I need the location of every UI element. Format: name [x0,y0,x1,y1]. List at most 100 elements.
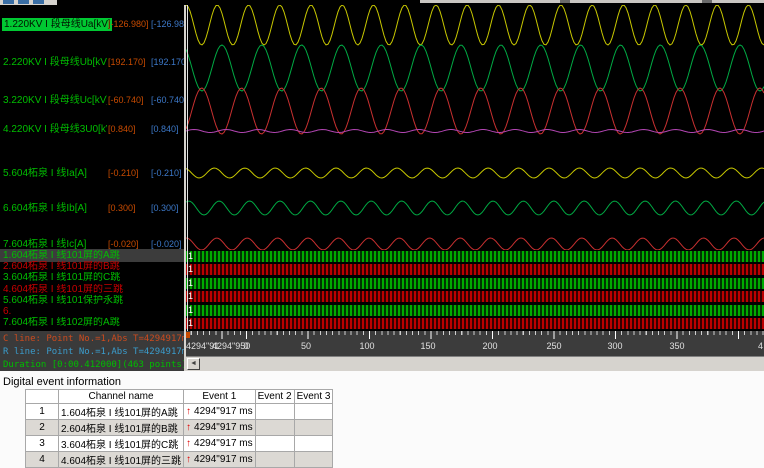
channel-value-2: [-126.980] [151,19,184,29]
row-number: 2 [25,419,59,436]
axis-tick-label: 200 [482,341,498,351]
channel-name[interactable]: 2.220KV I 段母线Ub[kV] [3,56,107,69]
rising-edge-icon: ↑ [186,422,192,433]
digital-channel-label[interactable]: 7.604柘泉 I 线102屏的A跳 [3,317,183,328]
fault-record-viewer-window: 1.220KV I 段母线Ua[kV] [-126.980] [-126.980… [0,0,764,468]
channel-name[interactable]: 5.604柘泉 I 线Ia[A] [3,167,107,180]
major-ticks [186,331,764,339]
channel-value-2: [-0.210] [151,168,182,178]
axis-tick-label: 300 [607,341,623,351]
digital-event-table: Channel name Event 1 Event 2 Event 3 1 1… [25,389,334,468]
waveform-viewer: 1.220KV I 段母线Ua[kV] [-126.980] [-126.980… [0,5,764,371]
row-channel-name: 2.604柘泉 I 线101屏的B跳 [57,419,185,436]
table-row[interactable]: 1 1.604柘泉 I 线101屏的A跳 ↑ 4294"917 ms [25,403,334,420]
row-event2 [254,435,295,452]
digital-state-value: 1 [188,291,194,301]
analog-trace [186,44,764,92]
event-time: 4294"917 ms [194,406,253,417]
digital-state-value: 1 [188,305,194,315]
digital-state-value: 1 [188,318,194,328]
row-channel-name: 1.604柘泉 I 线101屏的A跳 [57,403,185,420]
top-scrollbar-fragment[interactable] [420,0,764,3]
digital-channel-label[interactable]: 3.604柘泉 I 线101屏的C跳 [3,272,183,283]
row-event1: ↑ 4294"917 ms [183,435,256,452]
analog-trace [186,5,764,46]
analog-channel-row[interactable]: 4.220KV I 段母线3U0[kV] [0.840] [0.840] [0,123,184,136]
channel-list-panel: 1.220KV I 段母线Ua[kV] [-126.980] [-126.980… [0,5,184,371]
channel-name[interactable]: 3.220KV I 段母线Uc[kV] [3,94,107,107]
table-header-row: Channel name Event 1 Event 2 Event 3 [25,389,334,404]
analog-channel-row[interactable]: 2.220KV I 段母线Ub[kV] [192.170] [192.170] [0,56,184,69]
event-info-section: Digital event information Channel name E… [0,371,764,468]
table-row[interactable]: 2 2.604柘泉 I 线101屏的B跳 ↑ 4294"917 ms [25,419,334,436]
channel-value-1: [-60.740] [108,95,144,105]
digital-trace-bar: 1 [186,318,764,329]
duration-status: Duration [0:00.412000](463 points) [3,360,184,370]
analog-channel-row[interactable]: 3.220KV I 段母线Uc[kV] [-60.740] [-60.740] [0,94,184,107]
row-number: 4 [25,451,59,468]
row-channel-name: 3.604柘泉 I 线101屏的C跳 [57,435,185,452]
toolbar-icon[interactable] [3,0,14,4]
row-number: 3 [25,435,59,452]
header-event3: Event 3 [293,389,334,404]
cursor-position-marker[interactable] [186,332,190,338]
time-axis-ruler[interactable]: 4294"91 4294"950 0 50 100 150 200 250 30… [186,331,764,356]
analog-trace [186,167,764,179]
horizontal-scrollbar[interactable]: ◄ [186,356,764,371]
digital-trace-bar: 1 [186,291,764,302]
c-line-status: C line: Point No.=1,Abs T=4294917ms, Rel… [3,334,184,344]
row-channel-name: 4.604柘泉 I 线101屏的三跳 [57,451,185,468]
analog-channel-row[interactable]: 1.220KV I 段母线Ua[kV] [-126.980] [-126.980… [0,18,184,31]
digital-state-value: 1 [188,278,194,288]
channel-value-2: [-60.740] [151,95,184,105]
section-title: Digital event information [3,376,122,388]
row-event1: ↑ 4294"917 ms [183,403,256,420]
channel-value-2: [0.840] [151,124,179,134]
table-row[interactable]: 4 4.604柘泉 I 线101屏的三跳 ↑ 4294"917 ms [25,451,334,468]
digital-channel-label[interactable]: 4.604柘泉 I 线101屏的三跳 [3,284,183,295]
channel-name[interactable]: 6.604柘泉 I 线Ib[A] [3,202,107,215]
digital-channel-label[interactable]: 5.604柘泉 I 线101保护永跳 [3,295,183,306]
digital-trace-bar: 1 [186,251,764,262]
toolbar-icon[interactable] [33,0,44,4]
digital-trace-bar: 1 [186,278,764,289]
event-time: 4294"917 ms [194,422,253,433]
row-event2 [254,451,295,468]
digital-channel-label[interactable]: 1.604柘泉 I 线101屏的A跳 [3,250,183,261]
time-cursor-line[interactable] [187,5,188,331]
row-event3 [293,419,334,436]
r-line-status: R line: Point No.=1,Abs T=4294917ms, Rel… [3,347,184,357]
axis-tick-label: 50 [300,341,312,351]
digital-trace-bar: 1 [186,264,764,275]
digital-channel-label[interactable]: 6. [3,306,183,317]
digital-trace-bar: 1 [186,305,764,316]
axis-tick-label: 100 [359,341,375,351]
channel-value-1: [0.840] [108,124,136,134]
analog-channel-row[interactable]: 5.604柘泉 I 线Ia[A] [-0.210] [-0.210] [0,167,184,180]
row-event3 [293,435,334,452]
row-event1: ↑ 4294"917 ms [183,419,256,436]
axis-tick-label: 250 [546,341,562,351]
channel-value-1: [0.300] [108,203,136,213]
channel-name[interactable]: 4.220KV I 段母线3U0[kV] [3,123,107,136]
analog-trace [186,237,764,250]
channel-value-2: [192.170] [151,57,184,67]
analog-waveforms [186,5,764,250]
axis-tick-label: 350 [669,341,685,351]
scroll-left-button[interactable]: ◄ [187,358,200,370]
header-row-number [25,389,59,404]
channel-name[interactable]: 1.220KV I 段母线Ua[kV] [2,18,112,31]
axis-tick-label: 150 [420,341,436,351]
waveform-plot[interactable]: 1 1 1 1 1 1 4294"91 4294"950 0 50 100 15… [186,5,764,371]
digital-state-value: 1 [188,251,194,261]
toolbar-icon[interactable] [18,0,29,4]
row-event3 [293,403,334,420]
header-event1: Event 1 [183,389,256,404]
table-row[interactable]: 3 3.604柘泉 I 线101屏的C跳 ↑ 4294"917 ms [25,435,334,452]
analog-channel-row[interactable]: 6.604柘泉 I 线Ib[A] [0.300] [0.300] [0,202,184,215]
digital-channel-label[interactable]: 2.604柘泉 I 线101屏的B跳 [3,261,183,272]
channel-value-1: [192.170] [108,57,146,67]
header-event2: Event 2 [254,389,295,404]
row-event1: ↑ 4294"917 ms [183,451,256,468]
analog-trace [186,200,764,216]
